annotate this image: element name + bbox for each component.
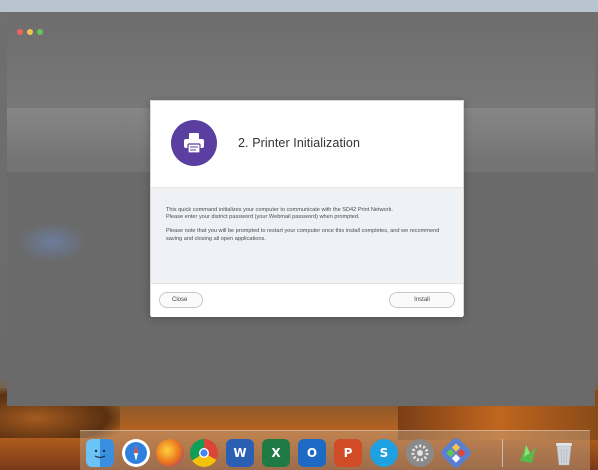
minimize-window-button[interactable]	[27, 29, 33, 35]
powerpoint-icon[interactable]: P	[334, 439, 362, 467]
dock-separator	[502, 439, 503, 467]
finder-icon[interactable]	[86, 439, 114, 467]
system-preferences-icon[interactable]	[406, 439, 434, 467]
dialog-footer: Close Install	[151, 283, 463, 317]
message-line-1: This quick command initializes your comp…	[166, 207, 393, 213]
dialog-message: This quick command initializes your comp…	[154, 191, 455, 280]
safari-icon[interactable]	[122, 439, 150, 467]
close-button[interactable]: Close	[159, 292, 203, 308]
message-paragraph-1: This quick command initializes your comp…	[166, 207, 445, 221]
dialog-body: This quick command initializes your comp…	[151, 187, 463, 283]
install-button[interactable]: Install	[389, 292, 455, 308]
excel-icon[interactable]: X	[262, 439, 290, 467]
firefox-icon[interactable]	[156, 439, 184, 467]
trash-icon[interactable]	[550, 439, 578, 467]
dialog-header: 2. Printer Initialization	[151, 101, 463, 187]
word-icon[interactable]: W	[226, 439, 254, 467]
maps-icon[interactable]	[514, 439, 542, 467]
dialog-title: 2. Printer Initialization	[238, 136, 361, 150]
printer-initialization-dialog: 2. Printer Initialization This quick com…	[150, 100, 464, 317]
message-line-2: Please enter your district password (you…	[166, 214, 360, 221]
outlook-icon[interactable]: O	[298, 439, 326, 467]
zoom-window-button[interactable]	[37, 29, 43, 35]
dock: W X O P S	[80, 430, 590, 470]
window-controls	[17, 29, 43, 35]
message-paragraph-2: Please note that you will be prompted to…	[166, 228, 440, 242]
window-backdrop-blob	[17, 222, 87, 262]
skype-icon[interactable]: S	[370, 439, 398, 467]
self-service-icon[interactable]	[439, 436, 473, 470]
close-window-button[interactable]	[17, 29, 23, 35]
chrome-icon[interactable]	[190, 439, 218, 467]
printer-icon	[171, 120, 217, 166]
